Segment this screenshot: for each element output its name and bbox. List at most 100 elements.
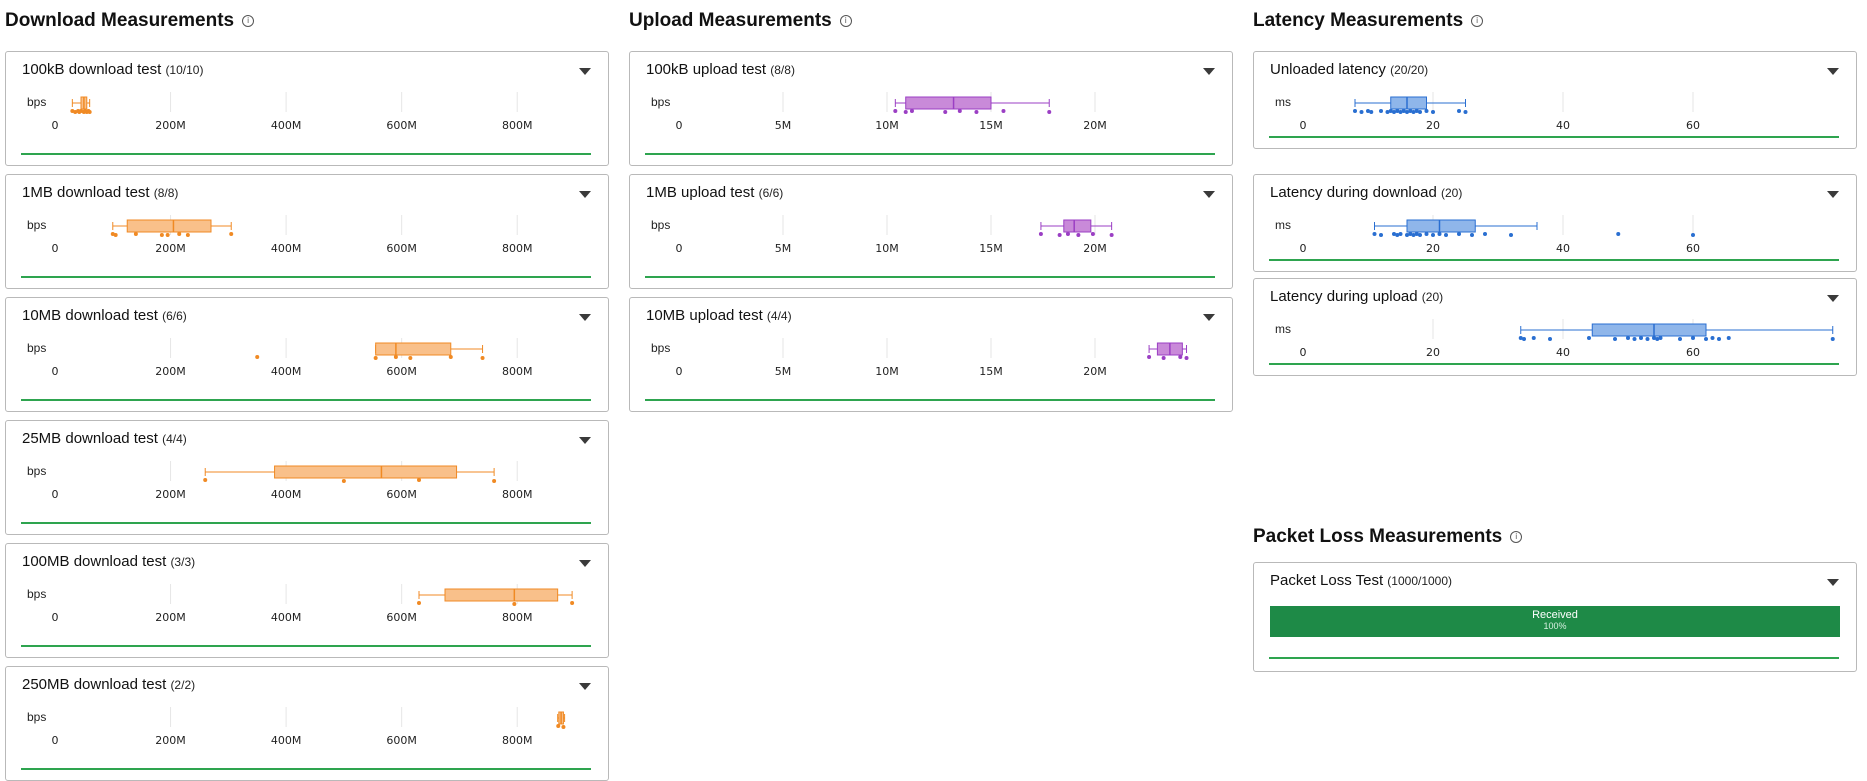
data-point[interactable]: [1587, 336, 1591, 340]
data-point[interactable]: [373, 356, 378, 360]
data-point[interactable]: [1076, 233, 1081, 237]
data-point[interactable]: [1717, 337, 1721, 341]
data-point[interactable]: [113, 233, 118, 237]
data-point[interactable]: [165, 233, 170, 237]
data-point[interactable]: [1369, 110, 1374, 114]
data-point[interactable]: [570, 601, 575, 605]
data-point[interactable]: [229, 232, 234, 236]
data-point[interactable]: [1424, 232, 1429, 236]
data-point[interactable]: [1398, 232, 1403, 236]
data-point[interactable]: [1691, 233, 1695, 237]
data-point[interactable]: [1483, 232, 1487, 236]
info-circle-icon[interactable]: i: [839, 15, 852, 27]
data-point[interactable]: [1616, 232, 1621, 236]
info-circle-icon[interactable]: i: [1471, 15, 1484, 27]
data-point[interactable]: [177, 232, 182, 236]
measurement-card[interactable]: Latency during upload (20) ms 0 20 40 60: [1253, 278, 1857, 376]
measurement-card[interactable]: 100kB upload test (8/8) bps 0 5M 10M 15M 20M: [629, 51, 1233, 166]
data-point[interactable]: [556, 724, 561, 728]
data-point[interactable]: [1437, 232, 1442, 236]
data-point[interactable]: [1431, 110, 1435, 114]
data-point[interactable]: [1463, 110, 1468, 114]
data-point[interactable]: [1065, 232, 1070, 236]
info-circle-icon[interactable]: i: [1510, 531, 1523, 543]
data-point[interactable]: [417, 478, 421, 482]
data-point[interactable]: [512, 602, 517, 606]
data-point[interactable]: [1444, 233, 1448, 237]
data-point[interactable]: [1431, 233, 1435, 237]
data-point[interactable]: [480, 356, 485, 360]
data-point[interactable]: [1418, 110, 1422, 114]
data-point[interactable]: [1353, 109, 1357, 113]
data-point[interactable]: [1109, 233, 1114, 237]
data-point[interactable]: [159, 233, 164, 237]
data-point[interactable]: [1691, 336, 1695, 340]
data-point[interactable]: [1613, 337, 1617, 341]
data-point[interactable]: [1470, 233, 1474, 237]
measurement-card[interactable]: 1MB download test (8/8) bps 0 200M 400M 600M 8…: [5, 174, 609, 289]
data-point[interactable]: [393, 355, 398, 359]
data-point[interactable]: [974, 110, 979, 114]
data-point[interactable]: [957, 109, 962, 113]
measurement-card[interactable]: 10MB upload test (4/4) bps 0 5M 10M 15M 20M: [629, 297, 1233, 412]
data-point[interactable]: [1678, 337, 1682, 341]
data-point[interactable]: [255, 355, 260, 359]
measurement-card[interactable]: 10MB download test (6/6) bps 0 200M 400M 600M…: [5, 297, 609, 412]
data-point[interactable]: [1726, 336, 1731, 340]
measurement-card[interactable]: Latency during download (20) ms 0 20 40 60: [1253, 174, 1857, 272]
data-point[interactable]: [1424, 109, 1429, 113]
iqr-box[interactable]: [126, 219, 212, 233]
data-point[interactable]: [1548, 337, 1552, 341]
measurement-card[interactable]: 100kB download test (10/10) bps 0 200M 400M 6…: [5, 51, 609, 166]
data-point[interactable]: [1147, 355, 1152, 359]
data-point[interactable]: [341, 479, 346, 483]
data-point[interactable]: [1001, 109, 1006, 113]
data-point[interactable]: [1639, 336, 1643, 340]
data-point[interactable]: [1710, 336, 1715, 340]
data-point[interactable]: [1509, 233, 1513, 237]
measurement-card[interactable]: Unloaded latency (20/20) ms 0 20 40 60: [1253, 51, 1857, 149]
data-point[interactable]: [1057, 233, 1062, 237]
iqr-box[interactable]: [1406, 219, 1476, 233]
data-point[interactable]: [1379, 233, 1383, 237]
data-point[interactable]: [943, 110, 948, 114]
data-point[interactable]: [1830, 337, 1835, 341]
data-point[interactable]: [133, 232, 138, 236]
data-point[interactable]: [417, 601, 421, 605]
data-point[interactable]: [1047, 110, 1052, 114]
data-point[interactable]: [1372, 232, 1377, 236]
measurement-card[interactable]: 100MB download test (3/3) bps 0 200M 400M 600…: [5, 543, 609, 658]
measurement-card[interactable]: 250MB download test (2/2) bps 0 200M 400M 600…: [5, 666, 609, 781]
iqr-box[interactable]: [1063, 219, 1092, 233]
data-point[interactable]: [1457, 109, 1461, 113]
data-point[interactable]: [492, 479, 497, 483]
data-point[interactable]: [1632, 337, 1637, 341]
data-point[interactable]: [1161, 356, 1166, 360]
packet-loss-card[interactable]: Packet Loss Test (1000/1000) Received 10…: [1253, 562, 1857, 672]
data-point[interactable]: [448, 355, 453, 359]
info-circle-icon[interactable]: i: [242, 15, 255, 27]
data-point[interactable]: [1184, 356, 1189, 360]
iqr-box[interactable]: [375, 342, 452, 356]
iqr-box[interactable]: [1591, 323, 1707, 337]
data-point[interactable]: [1178, 355, 1183, 359]
data-point[interactable]: [1626, 336, 1630, 340]
iqr-box[interactable]: [1390, 96, 1427, 110]
iqr-box[interactable]: [444, 588, 559, 602]
data-point[interactable]: [1658, 336, 1663, 340]
data-point[interactable]: [909, 109, 914, 113]
data-point[interactable]: [1645, 337, 1650, 341]
measurement-card[interactable]: 25MB download test (4/4) bps 0 200M 400M 600M…: [5, 420, 609, 535]
iqr-box[interactable]: [905, 96, 992, 110]
measurement-card[interactable]: 1MB upload test (6/6) bps 0 5M 10M 15M 20M: [629, 174, 1233, 289]
data-point[interactable]: [1531, 336, 1536, 340]
chevron-down-icon[interactable]: [1827, 579, 1839, 586]
data-point[interactable]: [87, 110, 92, 114]
data-point[interactable]: [893, 109, 898, 113]
data-point[interactable]: [1379, 109, 1383, 113]
data-point[interactable]: [1418, 233, 1422, 237]
data-point[interactable]: [903, 110, 908, 114]
data-point[interactable]: [1522, 337, 1526, 341]
data-point[interactable]: [561, 725, 566, 729]
data-point[interactable]: [203, 478, 208, 482]
